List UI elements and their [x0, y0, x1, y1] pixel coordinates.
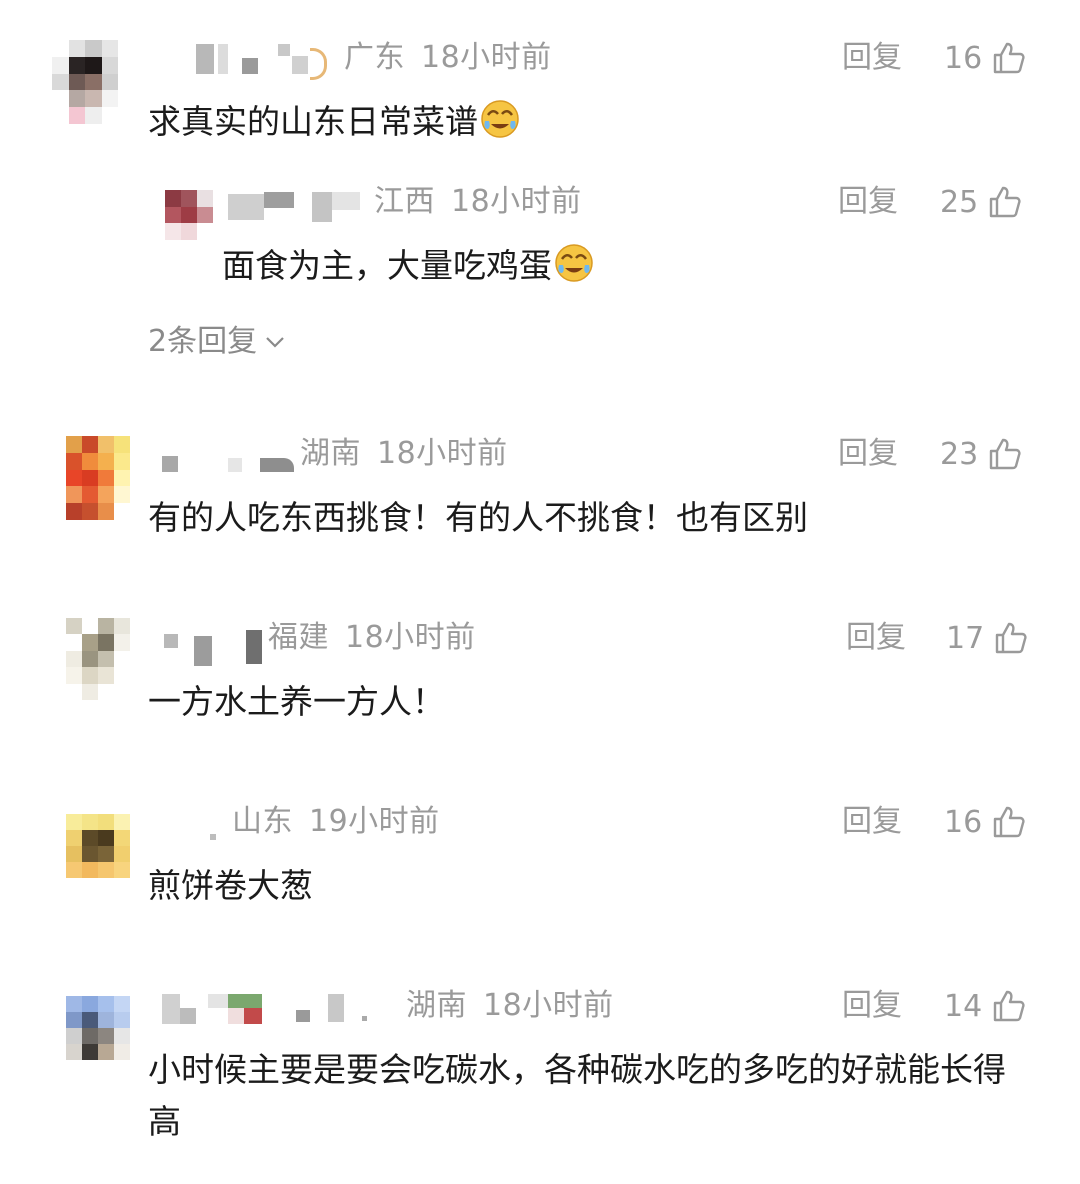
avatar[interactable]	[66, 996, 130, 1060]
expand-replies-label: 2条回复	[148, 324, 258, 359]
face-with-tears-icon	[554, 243, 594, 298]
username-blurred[interactable]	[210, 826, 222, 854]
comment-time: 18小时前	[377, 436, 508, 471]
like-button[interactable]: 25	[940, 182, 1022, 222]
comment-location: 湖南	[406, 988, 467, 1023]
thumbs-up-icon	[995, 622, 1027, 654]
reply-location: 江西	[374, 184, 435, 219]
username-blurred[interactable]	[162, 994, 372, 1024]
thumbs-up-icon	[993, 42, 1025, 74]
reply-button[interactable]: 回复	[838, 182, 898, 222]
like-button[interactable]: 23	[940, 434, 1022, 474]
comment-meta: 湖南 18小时前	[300, 434, 508, 474]
comment-meta: 广东 18小时前	[344, 38, 552, 78]
comment-time: 18小时前	[483, 988, 614, 1023]
comment-text: 求真实的山东日常菜谱	[148, 96, 520, 154]
like-button[interactable]: 17	[946, 618, 1028, 658]
thumbs-up-icon	[993, 990, 1025, 1022]
comment-text: 小时候主要是要会吃碳水，各种碳水吃的多吃的好就能长得高	[148, 1050, 1006, 1141]
comment-location: 福建	[268, 620, 329, 655]
comment-location: 山东	[232, 804, 293, 839]
like-button[interactable]: 16	[944, 38, 1026, 78]
like-count: 16	[944, 804, 983, 840]
thumbs-up-icon	[993, 806, 1025, 838]
chevron-down-icon	[265, 320, 285, 360]
reply-button[interactable]: 回复	[838, 434, 898, 474]
comment-time: 18小时前	[345, 620, 476, 655]
comment-text: 一方水土养一方人！	[148, 682, 445, 721]
reply-button[interactable]: 回复	[846, 618, 906, 658]
avatar[interactable]	[66, 436, 130, 520]
reply-text-content: 面食为主，大量吃鸡蛋	[222, 246, 552, 285]
expand-replies-button[interactable]: 2条回复	[148, 320, 285, 362]
username-blurred[interactable]	[162, 452, 298, 480]
like-count: 23	[940, 436, 979, 472]
username-blurred[interactable]	[164, 630, 264, 666]
comment-text: 煎饼卷大葱	[148, 866, 313, 905]
like-count: 14	[944, 988, 983, 1024]
like-button[interactable]: 14	[944, 986, 1026, 1026]
like-count: 17	[946, 620, 985, 656]
comment-time: 18小时前	[421, 40, 552, 75]
reply-button[interactable]: 回复	[842, 802, 902, 842]
reply-text: 面食为主，大量吃鸡蛋	[222, 240, 594, 298]
avatar[interactable]	[66, 618, 130, 700]
comment-location: 湖南	[300, 436, 361, 471]
comment-text: 有的人吃东西挑食！有的人不挑食！也有区别	[148, 498, 808, 537]
reply-time: 18小时前	[451, 184, 582, 219]
comment-location: 广东	[344, 40, 405, 75]
thumbs-up-icon	[989, 438, 1021, 470]
reply-button[interactable]: 回复	[842, 38, 902, 78]
reply-button[interactable]: 回复	[842, 986, 902, 1026]
comment-time: 19小时前	[309, 804, 440, 839]
comment-text-content: 求真实的山东日常菜谱	[148, 102, 478, 141]
avatar[interactable]	[165, 190, 213, 240]
username-blurred[interactable]	[228, 192, 364, 222]
like-count: 25	[940, 184, 979, 220]
comment-meta: 湖南 18小时前	[406, 986, 614, 1026]
avatar[interactable]	[52, 40, 118, 124]
username-blurred[interactable]	[196, 44, 336, 80]
like-button[interactable]: 16	[944, 802, 1026, 842]
avatar[interactable]	[66, 814, 130, 878]
face-with-tears-icon	[480, 99, 520, 154]
like-count: 16	[944, 40, 983, 76]
thumbs-up-icon	[989, 186, 1021, 218]
reply-meta: 江西 18小时前	[374, 182, 582, 222]
comment-meta: 福建 18小时前	[268, 618, 476, 658]
comment-meta: 山东 19小时前	[232, 802, 440, 842]
